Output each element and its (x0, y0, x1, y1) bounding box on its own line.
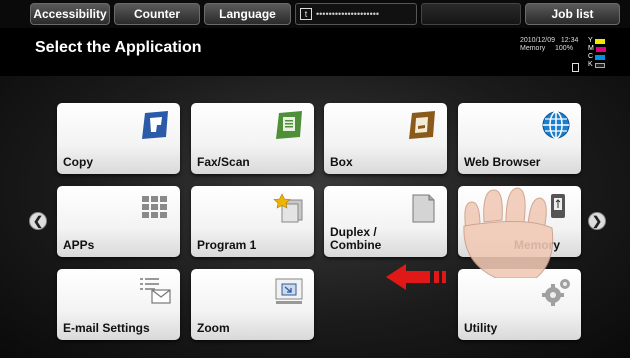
toner-levels: Y M C K (588, 37, 606, 69)
fax-scan-label: Fax/Scan (197, 155, 250, 169)
globe-icon (542, 111, 570, 139)
top-bar: Accessibility Counter Language t •••••••… (0, 0, 630, 28)
copy-label: Copy (63, 155, 93, 169)
copy-icon (142, 111, 168, 139)
apps-label: APPs (63, 238, 95, 252)
job-list-button[interactable]: Job list (525, 3, 620, 25)
swipe-arrow-icon (386, 264, 446, 290)
memory-label: Memory (520, 45, 546, 52)
date-text: 2010/12/09 (520, 37, 556, 44)
apps-tile[interactable]: APPs (57, 186, 180, 257)
status-t-icon: t (300, 8, 312, 20)
memory-card-icon (572, 63, 579, 72)
web-browser-tile[interactable]: Web Browser (458, 103, 581, 174)
status-info: 2010/12/09 12:34 Memory 100% (520, 37, 578, 53)
page-title: Select the Application (35, 39, 202, 56)
counter-button[interactable]: Counter (114, 3, 200, 25)
zoom-label: Zoom (197, 321, 230, 335)
scroll-left-button[interactable]: ❮ (29, 212, 47, 230)
email-settings-label: E-mail Settings (63, 321, 150, 335)
duplex-page-icon (412, 194, 435, 223)
accessibility-button[interactable]: Accessibility (30, 3, 110, 25)
email-envelope-icon (140, 278, 171, 304)
box-tile[interactable]: Box (324, 103, 447, 174)
program-star-icon (273, 193, 303, 223)
program1-tile[interactable]: Program 1 (191, 186, 314, 257)
copy-tile[interactable]: Copy (57, 103, 180, 174)
apps-grid-icon (142, 196, 167, 218)
memory-value: 100% (555, 45, 573, 52)
scroll-right-button[interactable]: ❯ (588, 212, 606, 230)
fax-scan-tile[interactable]: Fax/Scan (191, 103, 314, 174)
status-display: t •••••••••••••••••••• (295, 3, 417, 25)
email-settings-tile[interactable]: E-mail Settings (57, 269, 180, 340)
duplex-combine-label: Duplex / Combine (330, 225, 382, 252)
language-button[interactable]: Language (204, 3, 291, 25)
toner-y: Y (588, 37, 606, 45)
duplex-combine-tile[interactable]: Duplex / Combine (324, 186, 447, 257)
gear-icon (542, 279, 570, 306)
program1-label: Program 1 (197, 238, 257, 252)
empty-top-button[interactable] (421, 3, 521, 25)
zoom-tile[interactable]: Zoom (191, 269, 314, 340)
utility-label: Utility (464, 321, 498, 335)
box-label: Box (330, 155, 353, 169)
fax-scan-icon (276, 111, 302, 139)
toner-k: K (588, 61, 606, 69)
header: Select the Application 2010/12/09 12:34 … (0, 28, 630, 76)
utility-tile[interactable]: Utility (458, 269, 581, 340)
zoom-icon (275, 278, 303, 304)
time-text: 12:34 (560, 37, 579, 44)
toner-c: C (588, 53, 606, 61)
box-icon (409, 111, 435, 139)
app-grid-area: ❮ ❯ Copy Fax/Scan Box Web Browser APPs P… (0, 76, 630, 358)
status-text: •••••••••••••••••••• (316, 9, 380, 19)
toner-m: M (588, 45, 606, 53)
web-browser-label: Web Browser (464, 155, 541, 169)
swipe-hand-icon (463, 187, 554, 278)
